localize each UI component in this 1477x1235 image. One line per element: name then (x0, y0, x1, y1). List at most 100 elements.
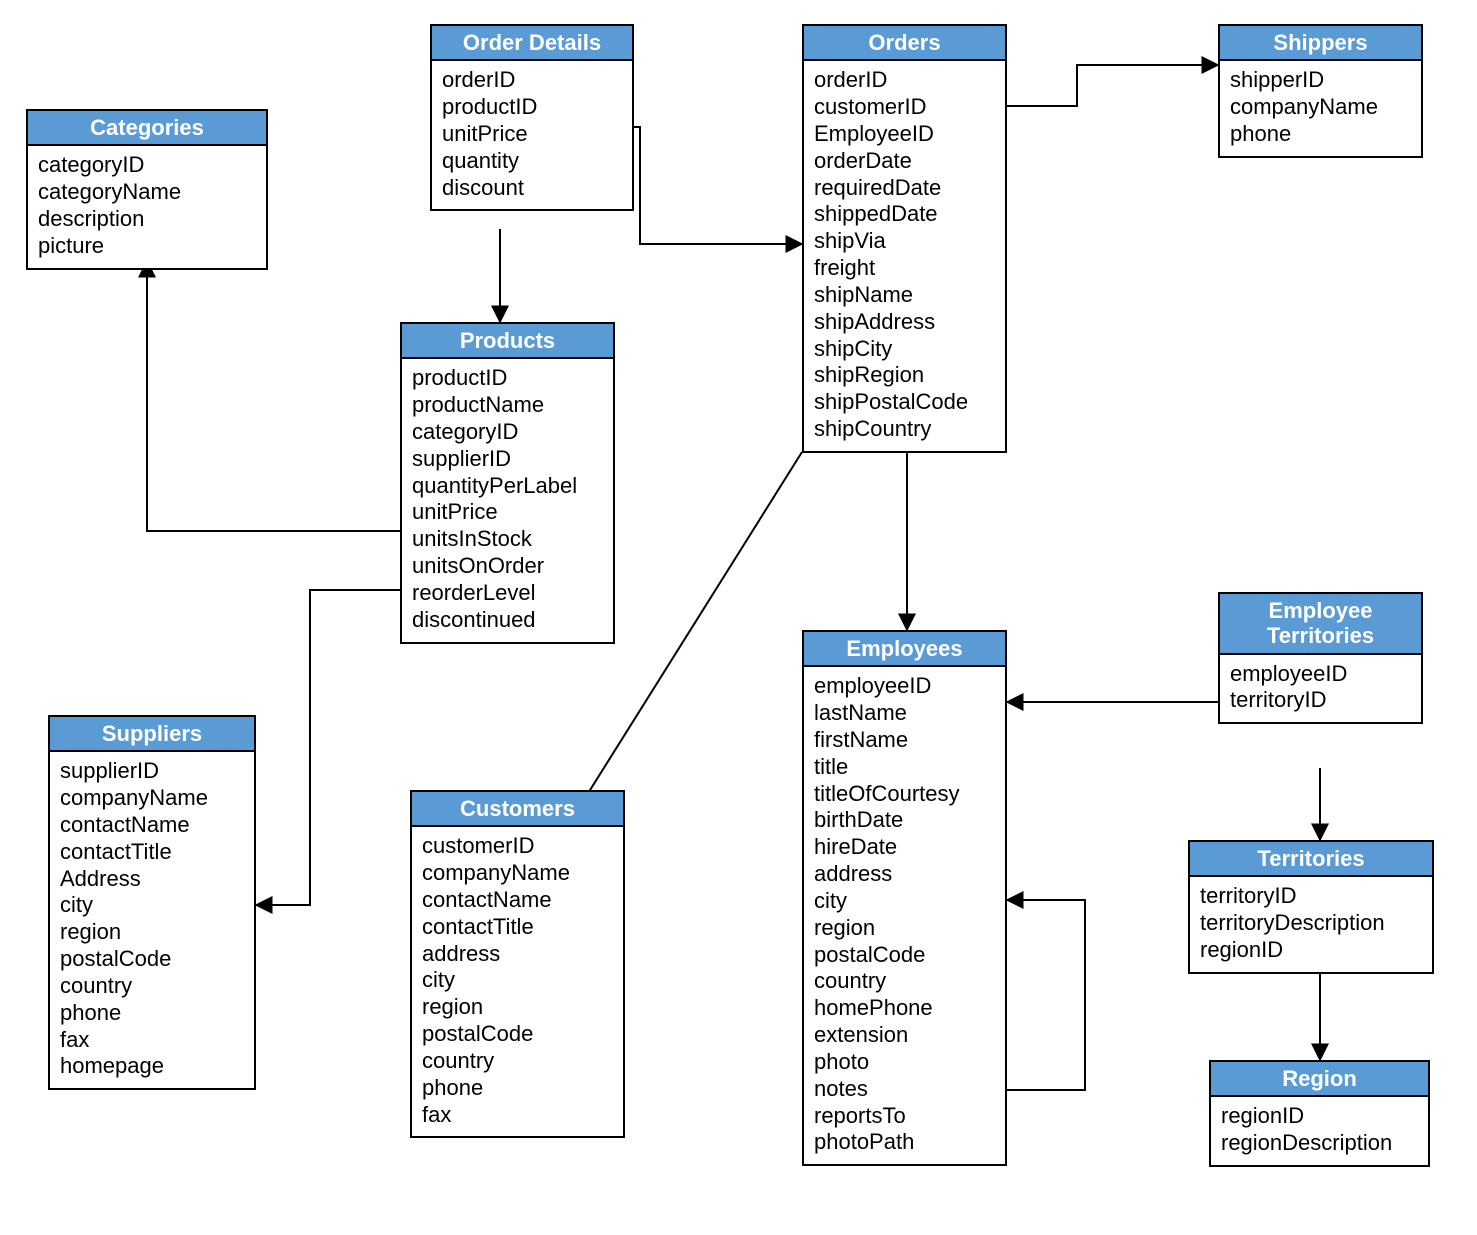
field: address (422, 941, 613, 968)
entity-shippers: Shippers shipperID companyName phone (1218, 24, 1423, 158)
entity-body: categoryID categoryName description pict… (28, 146, 266, 267)
field: EmployeeID (814, 121, 995, 148)
entity-territories: Territories territoryID territoryDescrip… (1188, 840, 1434, 974)
rel-products-suppliers (256, 590, 400, 905)
field: territoryID (1200, 883, 1422, 910)
field: contactName (60, 812, 244, 839)
field: phone (422, 1075, 613, 1102)
entity-header: Products (402, 324, 613, 359)
field: orderID (442, 67, 622, 94)
entity-body: employeeID lastName firstName title titl… (804, 667, 1005, 1164)
field: contactName (422, 887, 613, 914)
field: categoryID (412, 419, 603, 446)
rel-products-categories (147, 261, 400, 531)
field: orderDate (814, 148, 995, 175)
field: city (422, 967, 613, 994)
field: reportsTo (814, 1103, 995, 1130)
field: shipVia (814, 228, 995, 255)
field: shipRegion (814, 362, 995, 389)
field: reorderLevel (412, 580, 603, 607)
field: contactTitle (60, 839, 244, 866)
rel-employees-self (1007, 900, 1085, 1090)
field: categoryName (38, 179, 256, 206)
field: region (60, 919, 244, 946)
field: city (60, 892, 244, 919)
field: regionID (1221, 1103, 1418, 1130)
field: shippedDate (814, 201, 995, 228)
field: supplierID (412, 446, 603, 473)
field: title (814, 754, 995, 781)
entity-suppliers: Suppliers supplierID companyName contact… (48, 715, 256, 1090)
field: companyName (60, 785, 244, 812)
field: birthDate (814, 807, 995, 834)
field: unitsInStock (412, 526, 603, 553)
field: customerID (814, 94, 995, 121)
entity-products: Products productID productName categoryI… (400, 322, 615, 644)
entity-header: Territories (1190, 842, 1432, 877)
entity-employees: Employees employeeID lastName firstName … (802, 630, 1007, 1166)
field: postalCode (422, 1021, 613, 1048)
field: photoPath (814, 1129, 995, 1156)
entity-employeeterritories: Employee Territories employeeID territor… (1218, 592, 1423, 724)
field: shipAddress (814, 309, 995, 336)
field: hireDate (814, 834, 995, 861)
field: territoryDescription (1200, 910, 1422, 937)
field: requiredDate (814, 175, 995, 202)
entity-header: Order Details (432, 26, 632, 61)
entity-region: Region regionID regionDescription (1209, 1060, 1430, 1167)
field: unitsOnOrder (412, 553, 603, 580)
entity-header: Orders (804, 26, 1005, 61)
entity-body: territoryID territoryDescription regionI… (1190, 877, 1432, 971)
field: freight (814, 255, 995, 282)
field: region (422, 994, 613, 1021)
field: customerID (422, 833, 613, 860)
entity-body: regionID regionDescription (1211, 1097, 1428, 1165)
field: shipCountry (814, 416, 995, 443)
entity-body: shipperID companyName phone (1220, 61, 1421, 155)
entity-header: Region (1211, 1062, 1428, 1097)
field: orderID (814, 67, 995, 94)
field: address (814, 861, 995, 888)
field: notes (814, 1076, 995, 1103)
field: territoryID (1230, 687, 1411, 714)
field: productID (412, 365, 603, 392)
entity-header: Suppliers (50, 717, 254, 752)
entity-body: supplierID companyName contactName conta… (50, 752, 254, 1088)
field: description (38, 206, 256, 233)
field: shipperID (1230, 67, 1411, 94)
field: quantity (442, 148, 622, 175)
entity-body: orderID customerID EmployeeID orderDate … (804, 61, 1005, 451)
field: phone (60, 1000, 244, 1027)
field: regionID (1200, 937, 1422, 964)
field: country (814, 968, 995, 995)
entity-orderdetails: Order Details orderID productID unitPric… (430, 24, 634, 211)
entity-body: customerID companyName contactName conta… (412, 827, 623, 1136)
entity-body: productID productName categoryID supplie… (402, 359, 613, 641)
field: shipCity (814, 336, 995, 363)
er-diagram-canvas: Categories categoryID categoryName descr… (0, 0, 1477, 1235)
field: supplierID (60, 758, 244, 785)
field: companyName (1230, 94, 1411, 121)
entity-header: Shippers (1220, 26, 1421, 61)
field: photo (814, 1049, 995, 1076)
field: fax (60, 1027, 244, 1054)
field: country (422, 1048, 613, 1075)
field: discontinued (412, 607, 603, 634)
field: regionDescription (1221, 1130, 1418, 1157)
field: unitPrice (412, 499, 603, 526)
entity-customers: Customers customerID companyName contact… (410, 790, 625, 1138)
entity-header: Customers (412, 792, 623, 827)
field: picture (38, 233, 256, 260)
field: categoryID (38, 152, 256, 179)
field: employeeID (1230, 661, 1411, 688)
field: Address (60, 866, 244, 893)
field: discount (442, 175, 622, 202)
entity-header: Employee Territories (1220, 594, 1421, 655)
field: postalCode (814, 942, 995, 969)
field: fax (422, 1102, 613, 1129)
field: productID (442, 94, 622, 121)
field: employeeID (814, 673, 995, 700)
field: companyName (422, 860, 613, 887)
field: firstName (814, 727, 995, 754)
field: phone (1230, 121, 1411, 148)
